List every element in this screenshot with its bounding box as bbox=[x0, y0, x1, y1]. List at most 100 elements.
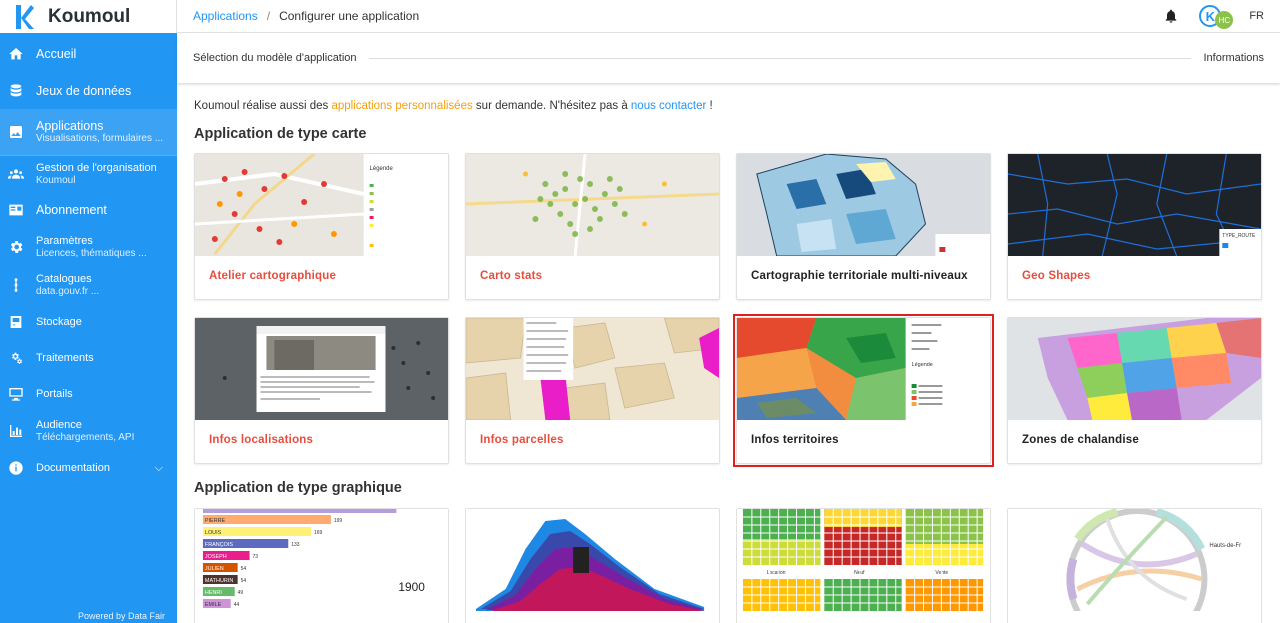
sidebar-item-sub: Visualisations, formulaires ... bbox=[36, 132, 164, 144]
sidebar-item-applications[interactable]: Applications Visualisations, formulaires… bbox=[0, 109, 177, 155]
app-card-geo-shapes[interactable]: TYPE_ROUTE Geo Shapes bbox=[1007, 153, 1262, 300]
sidebar-item-datasets[interactable]: Jeux de données bbox=[0, 73, 177, 109]
app-card-title: Atelier cartographique bbox=[209, 270, 337, 282]
info-icon bbox=[8, 460, 24, 476]
top-bar: Applications / Configurer une applicatio… bbox=[177, 0, 1280, 33]
bar-label: LOUIS bbox=[205, 530, 222, 536]
sidebar-item-sub: data.gouv.fr ... bbox=[36, 285, 100, 297]
sidebar-nav: Accueil Jeux de données Applications Vis… bbox=[0, 33, 177, 486]
chart-icon bbox=[8, 423, 24, 439]
avatar-org-badge: HC bbox=[1215, 11, 1234, 29]
step-divider bbox=[368, 57, 1192, 59]
app-card-title: Zones de chalandise bbox=[1022, 434, 1139, 446]
app-card-title: Infos territoires bbox=[751, 434, 839, 446]
sidebar-item-documentation[interactable]: Documentation ⌵ bbox=[0, 450, 177, 486]
app-thumbnail bbox=[1008, 318, 1261, 420]
image-icon bbox=[8, 124, 24, 140]
bar-value: 199 bbox=[334, 518, 342, 524]
app-card-infos-parcelles[interactable]: Infos parcelles bbox=[465, 317, 720, 464]
bar-value: 54 bbox=[241, 566, 247, 572]
app-card-chord[interactable]: Hauts-de-Fr bbox=[1007, 508, 1262, 623]
contact-link[interactable]: nous contacter bbox=[631, 100, 706, 112]
sidebar-item-sub: Téléchargements, API bbox=[36, 431, 135, 443]
app-thumbnail: PIERRE 199 LOUIS 169 FRANÇOIS 133 JOSEPH 73 … bbox=[195, 509, 448, 611]
sidebar-item-label: Jeux de données bbox=[36, 83, 132, 98]
bar-label: JOSEPH bbox=[205, 554, 227, 560]
bar-value: 73 bbox=[253, 554, 259, 560]
sidebar-item-label: Accueil bbox=[36, 46, 77, 61]
brand[interactable]: Koumoul bbox=[0, 0, 177, 33]
sidebar-item-catalogues[interactable]: Catalogues data.gouv.fr ... bbox=[0, 266, 177, 304]
sidebar-item-portails[interactable]: Portails bbox=[0, 376, 177, 412]
breadcrumb-separator: / bbox=[266, 9, 271, 23]
app-card-atelier-cartographique[interactable]: Légende Atelier cartographique bbox=[194, 153, 449, 300]
app-card-stream-chart[interactable] bbox=[465, 508, 720, 623]
breadcrumb-applications[interactable]: Applications bbox=[193, 9, 258, 23]
app-card-title: Infos localisations bbox=[209, 434, 314, 446]
legend-label: Légende bbox=[370, 166, 394, 172]
cogs-icon bbox=[8, 350, 24, 366]
section-title-chart: Application de type graphique bbox=[194, 480, 402, 496]
sidebar-item-label: Abonnement bbox=[36, 202, 107, 217]
dots-icon bbox=[8, 277, 24, 293]
app-card-bar-race[interactable]: PIERRE 199 LOUIS 169 FRANÇOIS 133 JOSEPH 73 … bbox=[194, 508, 449, 623]
storage-icon bbox=[8, 314, 24, 330]
app-card-title: Cartographie territoriale multi-niveaux bbox=[751, 270, 968, 282]
chart-apps-grid: PIERRE 199 LOUIS 169 FRANÇOIS 133 JOSEPH 73 … bbox=[194, 508, 1280, 623]
sidebar-item-sub: Koumoul bbox=[36, 174, 76, 186]
sidebar-item-abonnement[interactable]: Abonnement bbox=[0, 192, 177, 228]
step-informations[interactable]: Informations bbox=[1203, 52, 1264, 64]
app-card-carto-stats[interactable]: Carto stats bbox=[465, 153, 720, 300]
sidebar-item-label: Applications bbox=[36, 118, 104, 133]
sidebar-item-parametres[interactable]: Paramètres Licences, thématiques ... bbox=[0, 228, 177, 266]
topbar-actions: K HC FR bbox=[1163, 3, 1280, 29]
chevron-down-icon[interactable]: ⌵ bbox=[155, 462, 163, 475]
sidebar-item-label: Paramètres bbox=[36, 234, 93, 247]
bar-label: HENRI bbox=[205, 590, 222, 596]
sidebar-item-traitements[interactable]: Traitements bbox=[0, 340, 177, 376]
monitor-icon bbox=[8, 386, 24, 402]
sidebar-item-accueil[interactable]: Accueil bbox=[0, 35, 177, 73]
powered-by[interactable]: Powered by Data Fair bbox=[78, 611, 165, 621]
app-thumbnail: Hauts-de-Fr bbox=[1008, 509, 1261, 611]
app-thumbnail: Légende bbox=[737, 318, 990, 420]
sidebar-item-sub: Licences, thématiques ... bbox=[36, 247, 147, 259]
card-icon bbox=[8, 202, 24, 218]
intro-middle: sur demande. N'hésitez pas à bbox=[472, 100, 631, 112]
intro-before: Koumoul réalise aussi des bbox=[194, 100, 332, 112]
app-thumbnail: Location Neuf Vente bbox=[737, 509, 990, 611]
stepper: Sélection du modèle d'application Inform… bbox=[177, 33, 1280, 83]
avatar[interactable]: K HC bbox=[1199, 3, 1235, 29]
breadcrumb-current: Configurer une application bbox=[279, 9, 420, 23]
bar-label: PIERRE bbox=[205, 518, 226, 524]
legend-label: Légende bbox=[912, 362, 933, 368]
app-card-zones-de-chalandise[interactable]: Zones de chalandise bbox=[1007, 317, 1262, 464]
sidebar-item-organisation[interactable]: Gestion de l'organisation Koumoul bbox=[0, 156, 177, 192]
app-card-cartographie-territoriale[interactable]: Cartographie territoriale multi-niveaux bbox=[736, 153, 991, 300]
sidebar-item-label: Documentation bbox=[36, 461, 110, 474]
bar-label: MATHURIN bbox=[205, 578, 233, 584]
app-thumbnail bbox=[195, 318, 448, 420]
app-name: Koumoul bbox=[48, 5, 131, 27]
app-card-infos-localisations[interactable]: Infos localisations bbox=[194, 317, 449, 464]
sidebar-item-label: Gestion de l'organisation bbox=[36, 161, 157, 174]
app-card-infos-territoires[interactable]: Légende Infos territoires bbox=[733, 314, 994, 467]
app-card-title: Carto stats bbox=[480, 270, 543, 282]
app-card-title: Infos parcelles bbox=[480, 434, 564, 446]
sidebar-item-label: Stockage bbox=[36, 315, 82, 328]
app-card-heatmap[interactable]: Location Neuf Vente bbox=[736, 508, 991, 623]
step-model-selection[interactable]: Sélection du modèle d'application bbox=[193, 52, 357, 64]
bell-icon[interactable] bbox=[1163, 8, 1179, 24]
sidebar-item-audience[interactable]: Audience Téléchargements, API bbox=[0, 412, 177, 450]
map-apps-grid: Légende Atelier cartographique Carto sta… bbox=[194, 153, 1280, 467]
main-content: Koumoul réalise aussi des applications p… bbox=[177, 84, 1280, 623]
language-selector[interactable]: FR bbox=[1249, 10, 1264, 22]
intro-text: Koumoul réalise aussi des applications p… bbox=[194, 100, 1280, 112]
bar-value: 133 bbox=[291, 542, 299, 548]
sidebar-item-stockage[interactable]: Stockage bbox=[0, 304, 177, 340]
sidebar: Koumoul Accueil Jeux de données Applicat… bbox=[0, 0, 177, 623]
chord-label: Hauts-de-Fr bbox=[1209, 543, 1241, 549]
bar-value: 49 bbox=[238, 590, 244, 596]
database-icon bbox=[8, 83, 24, 99]
custom-apps-link[interactable]: applications personnalisées bbox=[331, 100, 472, 112]
